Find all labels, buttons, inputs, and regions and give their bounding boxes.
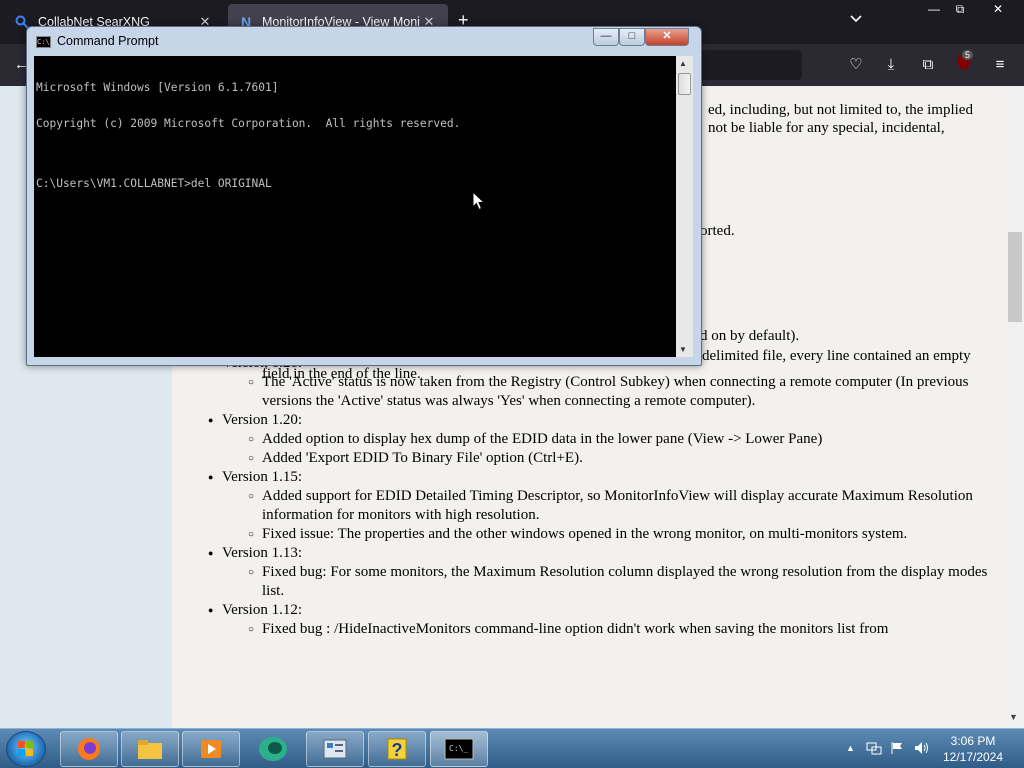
taskbar-firefox[interactable] [60, 731, 118, 767]
mouse-pointer-icon [472, 191, 486, 211]
clock-date: 12/17/2024 [942, 750, 1004, 764]
network-icon[interactable] [866, 741, 882, 758]
command-prompt-titlebar[interactable]: C:\ Command Prompt — □ ✕ [27, 27, 701, 55]
version-label: Version 1.20: [222, 412, 302, 428]
console-scrollbar-thumb[interactable] [678, 73, 691, 95]
version-changes: The 'Active' status is now taken from th… [222, 373, 998, 411]
taskbar-clock[interactable]: 3:06 PM 12/17/2024 [930, 733, 1016, 765]
scroll-down-arrow-icon[interactable]: ▼ [679, 345, 687, 354]
change-item: Added support for EDID Detailed Timing D… [248, 487, 998, 525]
console-output[interactable]: Microsoft Windows [Version 6.1.7601] Cop… [34, 56, 676, 357]
list-all-tabs-icon[interactable] [850, 12, 862, 26]
start-button[interactable] [6, 731, 46, 767]
download-icon[interactable]: ⤓ [879, 53, 903, 77]
version-label: Version 1.15: [222, 469, 302, 485]
svg-text:?: ? [392, 740, 403, 760]
command-prompt-window[interactable]: C:\ Command Prompt — □ ✕ Microsoft Windo… [26, 26, 702, 366]
version-changes: Added option to display hex dump of the … [222, 430, 998, 468]
browser-close-button[interactable]: ✕ [982, 0, 1014, 18]
firefox-icon [78, 738, 100, 760]
version-entry: Version 1.13: Fixed bug: For some monitor… [208, 544, 998, 601]
page-scrollbar[interactable] [1006, 86, 1024, 728]
version-entry: Version 1.15: Added support for EDID Deta… [208, 468, 998, 544]
pocket-icon[interactable]: ♡ [844, 53, 868, 77]
change-item: Fixed issue: The properties and the othe… [248, 525, 998, 544]
help-icon: ? [387, 738, 407, 760]
ublock-count-badge: 5 [962, 50, 974, 60]
media-player-icon [201, 740, 221, 758]
control-panel-icon [323, 739, 347, 759]
svg-text:C:\_: C:\_ [449, 744, 468, 753]
action-center-flag-icon[interactable] [890, 741, 904, 758]
console-prompt-line: C:\Users\VM1.COLLABNET>del ORIGINAL [36, 177, 272, 190]
taskbar-explorer[interactable] [121, 731, 179, 767]
taskbar-help[interactable]: ? [368, 731, 426, 767]
taskbar-app-globe[interactable] [244, 731, 302, 767]
volume-icon[interactable] [914, 741, 930, 758]
cmd-icon: C:\_ [444, 738, 474, 760]
app-globe-icon [259, 737, 287, 761]
change-item: Added 'Export EDID To Binary File' optio… [248, 449, 998, 468]
cmd-window-icon: C:\ [36, 36, 51, 48]
console-line: Copyright (c) 2009 Microsoft Corporation… [36, 117, 461, 130]
version-changes: Fixed bug: For some monitors, the Maximu… [222, 563, 998, 601]
version-changes: Added support for EDID Detailed Timing D… [222, 487, 998, 544]
page-scrollbar-thumb[interactable] [1008, 232, 1022, 322]
console-line: Microsoft Windows [Version 6.1.7601] [36, 81, 279, 94]
version-changes: Fixed bug : /HideInactiveMonitors comman… [222, 620, 998, 639]
browser-restore-button[interactable]: ⧉ [944, 0, 976, 18]
version-entry: Version 1.12: Fixed bug : /HideInactiveMo… [208, 601, 998, 639]
scroll-down-arrow-icon[interactable]: ▼ [1009, 712, 1018, 722]
version-entry: Version 1.20: Added option to display hex… [208, 411, 998, 468]
version-label: Version 1.12: [222, 602, 302, 618]
explorer-folder-icon [138, 740, 162, 759]
page-text-fragment: not be liable for any special, incidenta… [708, 120, 945, 136]
change-item: Fixed bug : /HideInactiveMonitors comman… [248, 620, 998, 639]
close-button[interactable]: ✕ [645, 28, 689, 46]
maximize-button[interactable]: □ [619, 28, 645, 46]
version-label: Version 1.13: [222, 545, 302, 561]
windows-taskbar: ? C:\_ ▲ 3:06 PM 12/17/2024 [0, 728, 1024, 768]
page-text-fragment: ed, including, but not limited to, the i… [708, 102, 973, 118]
menu-icon[interactable]: ≡ [988, 53, 1012, 77]
window-title: Command Prompt [57, 34, 159, 48]
taskbar-media-player[interactable] [182, 731, 240, 767]
minimize-button[interactable]: — [593, 28, 619, 46]
page-text-fragment: orted. [700, 223, 735, 239]
change-item: Fixed bug: For some monitors, the Maximu… [248, 563, 998, 601]
change-item: Added option to display hex dump of the … [248, 430, 998, 449]
scroll-up-arrow-icon[interactable]: ▲ [679, 59, 687, 68]
windows-logo-icon [18, 741, 33, 756]
show-hidden-icons-chevron[interactable]: ▲ [846, 743, 855, 753]
taskbar-control-panel[interactable] [306, 731, 364, 767]
change-item: The 'Active' status is now taken from th… [248, 373, 998, 411]
extensions-icon[interactable]: ⧉ [916, 53, 940, 77]
taskbar-cmd[interactable]: C:\_ [430, 731, 488, 767]
console-scrollbar[interactable] [676, 56, 693, 357]
clock-time: 3:06 PM [950, 734, 996, 748]
